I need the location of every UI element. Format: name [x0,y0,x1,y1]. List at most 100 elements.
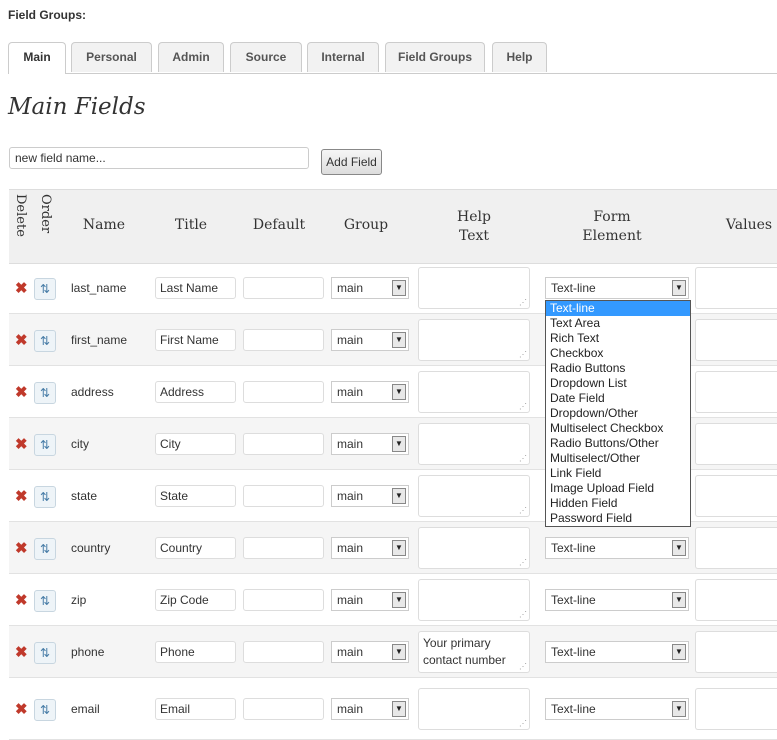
dropdown-option[interactable]: Text Area [546,316,690,331]
group-select[interactable]: main ▼ [331,589,409,611]
tab-main[interactable]: Main [8,42,66,74]
tab-field-groups[interactable]: Field Groups [385,42,485,72]
default-input[interactable] [243,485,324,507]
form-element-select[interactable]: Text-line ▼ [545,277,689,299]
tab-internal[interactable]: Internal [307,42,379,72]
resize-grip-icon[interactable]: ⋰ [519,507,527,515]
group-select[interactable]: main ▼ [331,433,409,455]
delete-icon[interactable]: ✖ [15,487,28,505]
title-input[interactable] [155,381,236,403]
dropdown-option[interactable]: Radio Buttons [546,361,690,376]
dropdown-option[interactable]: Checkbox [546,346,690,361]
dropdown-option[interactable]: Image Upload Field [546,481,690,496]
resize-grip-icon[interactable]: ⋰ [519,351,527,359]
group-select[interactable]: main ▼ [331,698,409,720]
reorder-handle-icon[interactable]: ⇅ [34,699,56,721]
form-element-dropdown-list[interactable]: Text-line Text Area Rich Text Checkbox Radio… [545,300,691,527]
title-input[interactable] [155,433,236,455]
reorder-handle-icon[interactable]: ⇅ [34,486,56,508]
resize-grip-icon[interactable]: ⋰ [519,663,527,671]
values-area[interactable] [695,688,777,730]
dropdown-option[interactable]: Link Field [546,466,690,481]
form-element-select[interactable]: Text-line ▼ [545,589,689,611]
delete-icon[interactable]: ✖ [15,435,28,453]
tab-personal[interactable]: Personal [71,42,152,72]
help-text-area[interactable]: ⋰ [418,688,530,730]
group-select[interactable]: main ▼ [331,641,409,663]
dropdown-option[interactable]: Dropdown/Other [546,406,690,421]
default-input[interactable] [243,589,324,611]
title-input[interactable] [155,537,236,559]
title-input[interactable] [155,329,236,351]
values-area[interactable] [695,631,777,673]
dropdown-option[interactable]: Rich Text [546,331,690,346]
form-element-select[interactable]: Text-line ▼ [545,641,689,663]
group-select[interactable]: main ▼ [331,537,409,559]
dropdown-option[interactable]: Radio Buttons/Other [546,436,690,451]
default-input[interactable] [243,381,324,403]
resize-grip-icon[interactable]: ⋰ [519,720,527,728]
new-field-name-input[interactable] [9,147,309,169]
group-select[interactable]: main ▼ [331,329,409,351]
delete-icon[interactable]: ✖ [15,700,28,718]
group-select[interactable]: main ▼ [331,485,409,507]
reorder-handle-icon[interactable]: ⇅ [34,642,56,664]
reorder-handle-icon[interactable]: ⇅ [34,538,56,560]
resize-grip-icon[interactable]: ⋰ [519,299,527,307]
group-select[interactable]: main ▼ [331,381,409,403]
resize-grip-icon[interactable]: ⋰ [519,403,527,411]
reorder-handle-icon[interactable]: ⇅ [34,330,56,352]
form-element-select[interactable]: Text-line ▼ [545,537,689,559]
values-area[interactable] [695,319,777,361]
title-input[interactable] [155,277,236,299]
tab-help[interactable]: Help [492,42,547,72]
help-text-area[interactable]: ⋰ [418,319,530,361]
default-input[interactable] [243,698,324,720]
resize-grip-icon[interactable]: ⋰ [519,611,527,619]
help-text-area[interactable]: ⋰ [418,475,530,517]
reorder-handle-icon[interactable]: ⇅ [34,382,56,404]
dropdown-option[interactable]: Text-line [546,301,690,316]
resize-grip-icon[interactable]: ⋰ [519,559,527,567]
tab-source[interactable]: Source [230,42,302,72]
dropdown-option[interactable]: Password Field [546,511,690,526]
title-input[interactable] [155,698,236,720]
resize-grip-icon[interactable]: ⋰ [519,455,527,463]
values-area[interactable] [695,579,777,621]
dropdown-option[interactable]: Multiselect Checkbox [546,421,690,436]
values-area[interactable] [695,267,777,309]
tab-admin[interactable]: Admin [158,42,224,72]
default-input[interactable] [243,433,324,455]
values-area[interactable] [695,423,777,465]
delete-icon[interactable]: ✖ [15,591,28,609]
default-input[interactable] [243,329,324,351]
group-select[interactable]: main ▼ [331,277,409,299]
dropdown-option[interactable]: Multiselect/Other [546,451,690,466]
values-area[interactable] [695,475,777,517]
values-area[interactable] [695,371,777,413]
title-input[interactable] [155,485,236,507]
help-text-area[interactable]: Your primary contact number ⋰ [418,631,530,673]
default-input[interactable] [243,277,324,299]
form-element-select[interactable]: Text-line ▼ [545,698,689,720]
delete-icon[interactable]: ✖ [15,279,28,297]
title-input[interactable] [155,641,236,663]
values-area[interactable] [695,527,777,569]
delete-icon[interactable]: ✖ [15,539,28,557]
help-text-area[interactable]: ⋰ [418,579,530,621]
help-text-area[interactable]: ⋰ [418,371,530,413]
help-text-area[interactable]: ⋰ [418,267,530,309]
help-text-area[interactable]: ⋰ [418,423,530,465]
delete-icon[interactable]: ✖ [15,643,28,661]
reorder-handle-icon[interactable]: ⇅ [34,278,56,300]
reorder-handle-icon[interactable]: ⇅ [34,434,56,456]
help-text-area[interactable]: ⋰ [418,527,530,569]
delete-icon[interactable]: ✖ [15,331,28,349]
dropdown-option[interactable]: Date Field [546,391,690,406]
default-input[interactable] [243,537,324,559]
title-input[interactable] [155,589,236,611]
default-input[interactable] [243,641,324,663]
reorder-handle-icon[interactable]: ⇅ [34,590,56,612]
dropdown-option[interactable]: Dropdown List [546,376,690,391]
add-field-button[interactable]: Add Field [321,149,382,175]
